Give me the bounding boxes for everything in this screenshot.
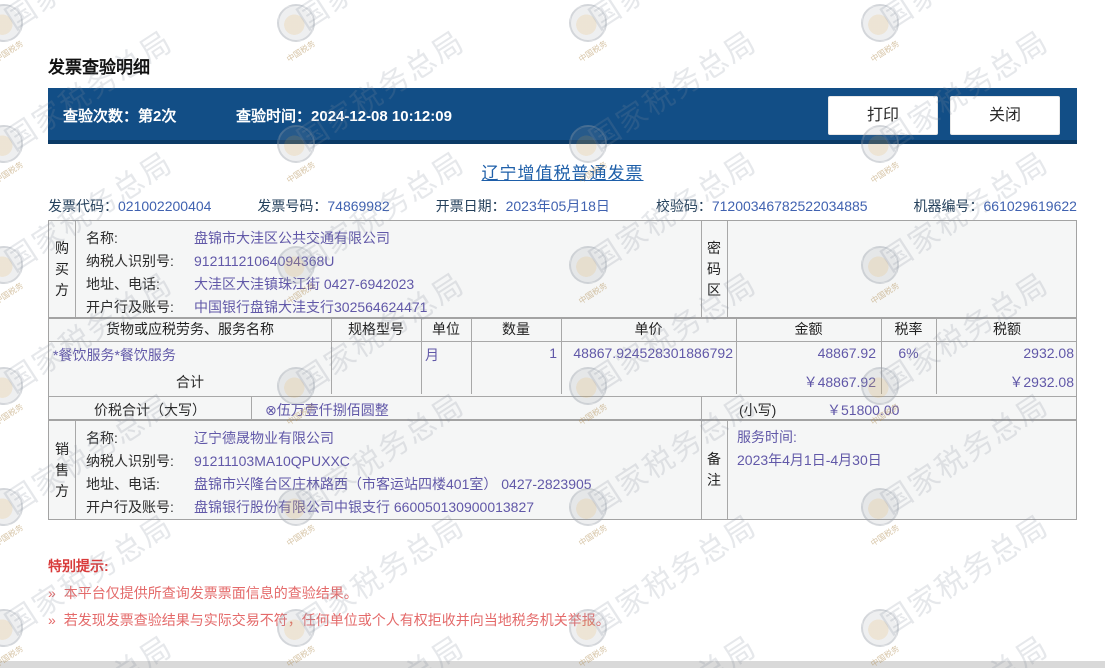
buyer-fields: 名称: 盘锦市大洼区公共交通有限公司 纳税人识别号: 912111210640943… bbox=[76, 226, 698, 318]
page-title: 发票查验明细 bbox=[48, 58, 150, 77]
password-zone-label: 密码区 bbox=[707, 239, 721, 298]
item-unit: 月 bbox=[425, 347, 439, 363]
invoice-check-code: 校验码：71200346782522034885 bbox=[655, 198, 868, 214]
seller-section: 销售方 名称: 辽宁德晟物业有限公司 纳税人识别号: 91211103MA10QPU… bbox=[48, 420, 1077, 520]
item-name: *餐饮服务*餐饮服务 bbox=[53, 347, 176, 363]
tax-emblem-icon bbox=[0, 488, 23, 526]
sum-words-label: 价税合计（大写） bbox=[94, 402, 206, 418]
buyer-section: 购买方 名称: 盘锦市大洼区公共交通有限公司 纳税人识别号: 91211121064… bbox=[48, 220, 1077, 318]
buyer-name-row: 名称: 盘锦市大洼区公共交通有限公司 bbox=[86, 229, 390, 246]
item-qty: 1 bbox=[549, 345, 557, 361]
tax-emblem-icon bbox=[569, 4, 607, 42]
item-price: 48867.924528301886792 bbox=[573, 345, 733, 361]
tax-emblem-icon bbox=[277, 4, 315, 42]
notice-item-2: » 若发现发票查验结果与实际交易不符，任何单位或个人有权拒收并向当地税务机关举报。 bbox=[48, 612, 610, 628]
machine-number: 机器编号：661029619622 bbox=[913, 198, 1077, 214]
item-amount: 48867.92 bbox=[817, 345, 876, 361]
check-time-value: 2024-12-08 10:12:09 bbox=[311, 108, 452, 125]
check-time: 查验时间：2024-12-08 10:12:09 bbox=[236, 105, 452, 126]
buyer-bank-row: 开户行及账号: 中国银行盘锦大洼支行302564624471 bbox=[86, 298, 428, 315]
seller-taxid-row: 纳税人识别号: 91211103MA10QPUXXC bbox=[86, 452, 350, 469]
tax-emblem-icon bbox=[861, 609, 899, 647]
seller-bank-row: 开户行及账号: 盘锦银行股份有限公司中银支行 660050130900013827 bbox=[86, 498, 535, 515]
sum-words-value: ⊗伍万壹仟捌佰圆整 bbox=[265, 402, 389, 418]
remark-content: 服务时间: 2023年4月1日-4月30日 bbox=[737, 426, 1070, 472]
buyer-address-row: 地址、电话: 大洼区大洼镇珠江街 0427-6942023 bbox=[86, 275, 415, 292]
watermark-tile: 国家税务总局中国税务 bbox=[277, 0, 567, 64]
arrow-icon: » bbox=[48, 585, 56, 601]
total-label: 合计 bbox=[176, 374, 204, 390]
seller-fields: 名称: 辽宁德晟物业有限公司 纳税人识别号: 91211103MA10QPUXXC … bbox=[76, 426, 698, 518]
col-header-spec: 规格型号 bbox=[348, 321, 404, 337]
tax-emblem-icon bbox=[0, 609, 23, 647]
watermark-tile: 国家税务总局中国税务 bbox=[277, 509, 567, 668]
watermark-tile: 国家税务总局中国税务 bbox=[0, 509, 275, 668]
close-button[interactable]: 关闭 bbox=[950, 96, 1060, 135]
col-header-unit: 单位 bbox=[432, 321, 460, 337]
items-table: 货物或应税劳务、服务名称 规格型号 单位 数量 单价 金额 税率 税额 *餐饮服… bbox=[48, 318, 1077, 420]
col-header-amount: 金额 bbox=[794, 321, 823, 337]
check-time-label: 查验时间： bbox=[236, 108, 312, 125]
check-count-label: 查验次数： bbox=[63, 108, 139, 125]
col-header-name: 货物或应税劳务、服务名称 bbox=[106, 321, 274, 337]
invoice-date: 开票日期：2023年05月18日 bbox=[435, 198, 610, 214]
arrow-icon: » bbox=[48, 612, 56, 628]
total-tax: ￥2932.08 bbox=[1009, 374, 1074, 390]
tax-emblem-icon bbox=[0, 367, 23, 405]
col-header-price: 单价 bbox=[634, 321, 663, 337]
verify-toolbar: 查验次数：第2次 查验时间：2024-12-08 10:12:09 打印 关闭 bbox=[48, 88, 1077, 144]
seller-side-label: 销售方 bbox=[55, 440, 69, 499]
buyer-taxid-row: 纳税人识别号: 91211121064094368U bbox=[86, 252, 335, 269]
watermark-tile: 国家税务总局中国税务 bbox=[861, 509, 1105, 668]
remark-side-label: 备注 bbox=[707, 451, 721, 488]
watermark-tile: 国家税务总局中国税务 bbox=[569, 509, 859, 668]
tax-emblem-icon bbox=[0, 4, 23, 42]
col-header-taxrate: 税率 bbox=[894, 321, 923, 337]
bottom-scrollbar-strip[interactable] bbox=[0, 661, 1105, 668]
item-tax: 2932.08 bbox=[1023, 345, 1074, 361]
password-zone-content bbox=[728, 221, 1076, 317]
col-header-tax: 税额 bbox=[993, 321, 1021, 337]
remark-line-2: 2023年4月1日-4月30日 bbox=[737, 452, 882, 468]
tax-emblem-icon bbox=[0, 246, 23, 284]
print-button[interactable]: 打印 bbox=[828, 96, 938, 135]
item-taxrate: 6% bbox=[898, 345, 919, 361]
buyer-side-label: 购买方 bbox=[55, 239, 69, 298]
check-count-value: 第2次 bbox=[138, 108, 177, 125]
tax-emblem-icon bbox=[861, 4, 899, 42]
watermark-tile: 国家税务总局中国税务 bbox=[861, 0, 1105, 64]
invoice-codes-row: 发票代码：021002200404 发票号码：74869982 开票日期：202… bbox=[48, 196, 1077, 216]
seller-name-row: 名称: 辽宁德晟物业有限公司 bbox=[86, 429, 334, 446]
remark-line-1: 服务时间: bbox=[737, 429, 797, 445]
tax-emblem-icon bbox=[0, 125, 23, 163]
seller-address-row: 地址、电话: 盘锦市兴隆台区庄林路西（市客运站四楼401室） 0427-28239… bbox=[86, 475, 592, 492]
watermark-tile: 国家税务总局中国税务 bbox=[569, 0, 859, 64]
invoice-code: 发票代码：021002200404 bbox=[48, 198, 212, 214]
total-amount: ￥48867.92 bbox=[803, 374, 876, 390]
notice-item-1: » 本平台仅提供所查询发票票面信息的查验结果。 bbox=[48, 585, 358, 601]
col-header-qty: 数量 bbox=[502, 321, 530, 337]
invoice-title: 辽宁增值税普通发票 bbox=[481, 164, 644, 183]
sum-numeric-label: (小写) bbox=[739, 402, 777, 418]
check-count: 查验次数：第2次 bbox=[63, 105, 176, 126]
sum-numeric-value: ￥51800.00 bbox=[827, 402, 900, 418]
invoice-number: 发票号码：74869982 bbox=[257, 198, 390, 214]
notice-title: 特别提示: bbox=[48, 558, 109, 574]
